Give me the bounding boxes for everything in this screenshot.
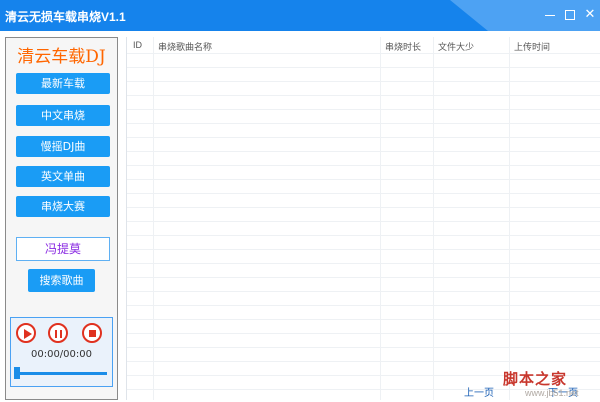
table-row-line xyxy=(127,137,600,138)
table-row-line xyxy=(127,249,600,250)
table-row-line xyxy=(127,361,600,362)
table-row-line xyxy=(127,277,600,278)
nav-latest-button[interactable]: 最新车载 xyxy=(16,73,110,94)
column-divider xyxy=(433,37,434,400)
table-row-line xyxy=(127,151,600,152)
table-row-line xyxy=(127,347,600,348)
table-row-line xyxy=(127,53,600,54)
nav-medley-contest-button[interactable]: 串烧大赛 xyxy=(16,196,110,217)
column-header-file-size[interactable]: 文件大少 xyxy=(438,40,474,53)
table-row-line xyxy=(127,333,600,334)
table-row-line xyxy=(127,109,600,110)
nav-slow-dj-button[interactable]: 慢摇DJ曲 xyxy=(16,136,110,157)
progress-track[interactable] xyxy=(17,372,107,375)
search-input[interactable]: 冯提莫 xyxy=(16,237,110,261)
table-row-line xyxy=(127,291,600,292)
prev-page-link[interactable]: 上一页 xyxy=(464,384,494,399)
title-bar: 清云无损车载串烧V1.1 ✕ xyxy=(0,0,600,31)
table-row-line xyxy=(127,67,600,68)
table-row-line xyxy=(127,263,600,264)
pause-button[interactable] xyxy=(48,323,68,343)
column-header-duration[interactable]: 串烧时长 xyxy=(385,40,421,53)
site-watermark: 脚本之家 xyxy=(503,370,568,388)
site-watermark-url: www.jb51.net xyxy=(525,388,579,398)
column-header-id[interactable]: ID xyxy=(133,40,142,50)
table-row-line xyxy=(127,235,600,236)
pause-icon xyxy=(55,330,57,338)
table-row-line xyxy=(127,179,600,180)
column-header-upload-time[interactable]: 上传时间 xyxy=(514,40,550,53)
table-row-line xyxy=(127,165,600,166)
maximize-button[interactable] xyxy=(563,8,577,22)
maximize-icon xyxy=(565,10,575,20)
close-button[interactable]: ✕ xyxy=(583,8,597,22)
column-divider xyxy=(509,37,510,400)
progress-slider-handle[interactable] xyxy=(14,367,20,379)
search-song-button[interactable]: 搜索歌曲 xyxy=(28,269,95,292)
audio-player: 00:00/00:00 xyxy=(10,317,113,387)
column-header-song-name[interactable]: 串烧歌曲名称 xyxy=(158,40,212,53)
pause-icon-bar xyxy=(60,330,62,338)
song-list-table: ID 串烧歌曲名称 串烧时长 文件大少 上传时间 xyxy=(126,37,600,400)
window-title: 清云无损车载串烧V1.1 xyxy=(5,10,126,24)
table-row-line xyxy=(127,319,600,320)
playback-time: 00:00/00:00 xyxy=(30,349,92,360)
nav-english-single-button[interactable]: 英文单曲 xyxy=(16,166,110,187)
table-row-line xyxy=(127,221,600,222)
table-row-line xyxy=(127,207,600,208)
brand-title: 清云车载DJ xyxy=(17,47,106,67)
sidebar: 清云车载DJ 最新车载 中文串烧 慢摇DJ曲 英文单曲 串烧大赛 冯提莫 搜索歌… xyxy=(5,37,118,400)
play-icon xyxy=(24,329,32,339)
table-row-line xyxy=(127,193,600,194)
column-divider xyxy=(153,37,154,400)
play-button[interactable] xyxy=(16,323,36,343)
stop-button[interactable] xyxy=(82,323,102,343)
table-row-line xyxy=(127,123,600,124)
close-icon: ✕ xyxy=(584,7,596,22)
stop-icon xyxy=(89,330,96,337)
nav-chinese-medley-button[interactable]: 中文串烧 xyxy=(16,105,110,126)
title-decoration xyxy=(450,0,488,31)
minimize-icon xyxy=(545,15,555,16)
minimize-button[interactable] xyxy=(543,8,557,22)
table-row-line xyxy=(127,95,600,96)
table-row-line xyxy=(127,81,600,82)
table-row-line xyxy=(127,305,600,306)
column-divider xyxy=(380,37,381,400)
